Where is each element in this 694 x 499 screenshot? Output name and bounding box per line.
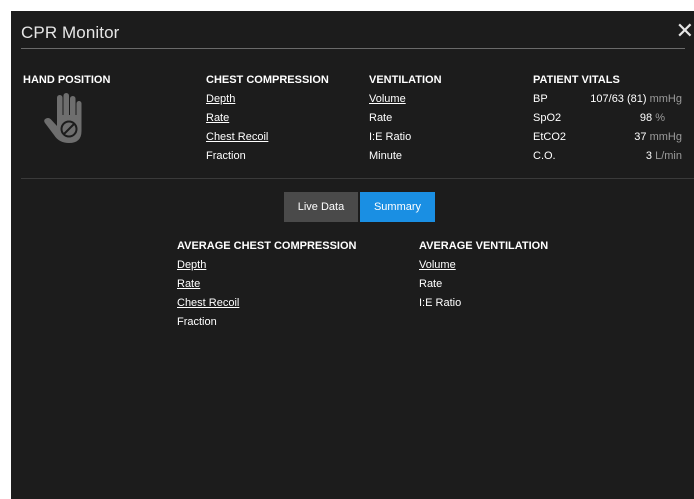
vital-co-reading: 3 L/min — [646, 150, 682, 162]
ventilation-minute-label: Minute — [369, 150, 403, 162]
ventilation-ie-ratio-label: I:E Ratio — [369, 131, 412, 143]
hand-blocked-icon — [44, 93, 82, 143]
ventilation-volume-link[interactable]: Volume — [369, 93, 406, 105]
chest-compression-header: CHEST COMPRESSION — [206, 74, 329, 86]
avg-ventilation-volume-link[interactable]: Volume — [419, 259, 456, 271]
tab-summary[interactable]: Summary — [360, 192, 435, 222]
patient-vitals-header: PATIENT VITALS — [533, 74, 620, 86]
vital-bp-label: BP — [533, 93, 548, 105]
cpr-monitor-window: CPR Monitor ✕ HAND POSITION CHEST COMPRE… — [11, 11, 694, 499]
vital-bp-reading: 107/63 (81) mmHg — [590, 93, 682, 105]
title-divider — [21, 48, 685, 49]
vital-co-value: 3 — [645, 150, 653, 162]
vital-bp-value: 107/63 (81) — [590, 93, 647, 105]
chest-compression-depth-link[interactable]: Depth — [206, 93, 235, 105]
chest-compression-recoil-link[interactable]: Chest Recoil — [206, 131, 268, 143]
hand-position-header: HAND POSITION — [23, 74, 111, 86]
vital-spo2-label: SpO2 — [533, 112, 562, 124]
tab-live-data[interactable]: Live Data — [284, 192, 358, 222]
vital-spo2-reading: 98 % — [640, 112, 665, 124]
window-title: CPR Monitor — [21, 23, 120, 42]
close-icon[interactable]: ✕ — [676, 20, 694, 42]
avg-compression-fraction-label: Fraction — [177, 316, 217, 328]
vital-spo2-value: 98 — [639, 112, 653, 124]
avg-compression-recoil-link[interactable]: Chest Recoil — [177, 297, 239, 309]
chest-compression-rate-link[interactable]: Rate — [206, 112, 229, 124]
vital-co-label: C.O. — [533, 150, 556, 162]
ventilation-rate-label: Rate — [369, 112, 393, 124]
chest-compression-fraction-label: Fraction — [206, 150, 246, 162]
avg-ventilation-header: AVERAGE VENTILATION — [419, 240, 549, 252]
vital-spo2-unit: % — [655, 112, 665, 124]
avg-ventilation-rate-label: Rate — [419, 278, 443, 290]
vital-etco2-label: EtCO2 — [533, 131, 567, 143]
avg-compression-depth-link[interactable]: Depth — [177, 259, 206, 271]
avg-compression-rate-link[interactable]: Rate — [177, 278, 200, 290]
vital-co-unit: L/min — [655, 150, 682, 162]
section-divider — [21, 178, 694, 179]
avg-chest-compression-header: AVERAGE CHEST COMPRESSION — [177, 240, 357, 252]
vital-etco2-unit: mmHg — [649, 131, 682, 143]
title-bar: CPR Monitor ✕ — [11, 11, 694, 49]
vital-etco2-reading: 37 mmHg — [634, 131, 682, 143]
ventilation-header: VENTILATION — [369, 74, 442, 86]
vital-etco2-value: 37 — [634, 131, 647, 143]
vital-bp-unit: mmHg — [649, 93, 682, 105]
avg-ventilation-ie-ratio-label: I:E Ratio — [419, 297, 462, 309]
